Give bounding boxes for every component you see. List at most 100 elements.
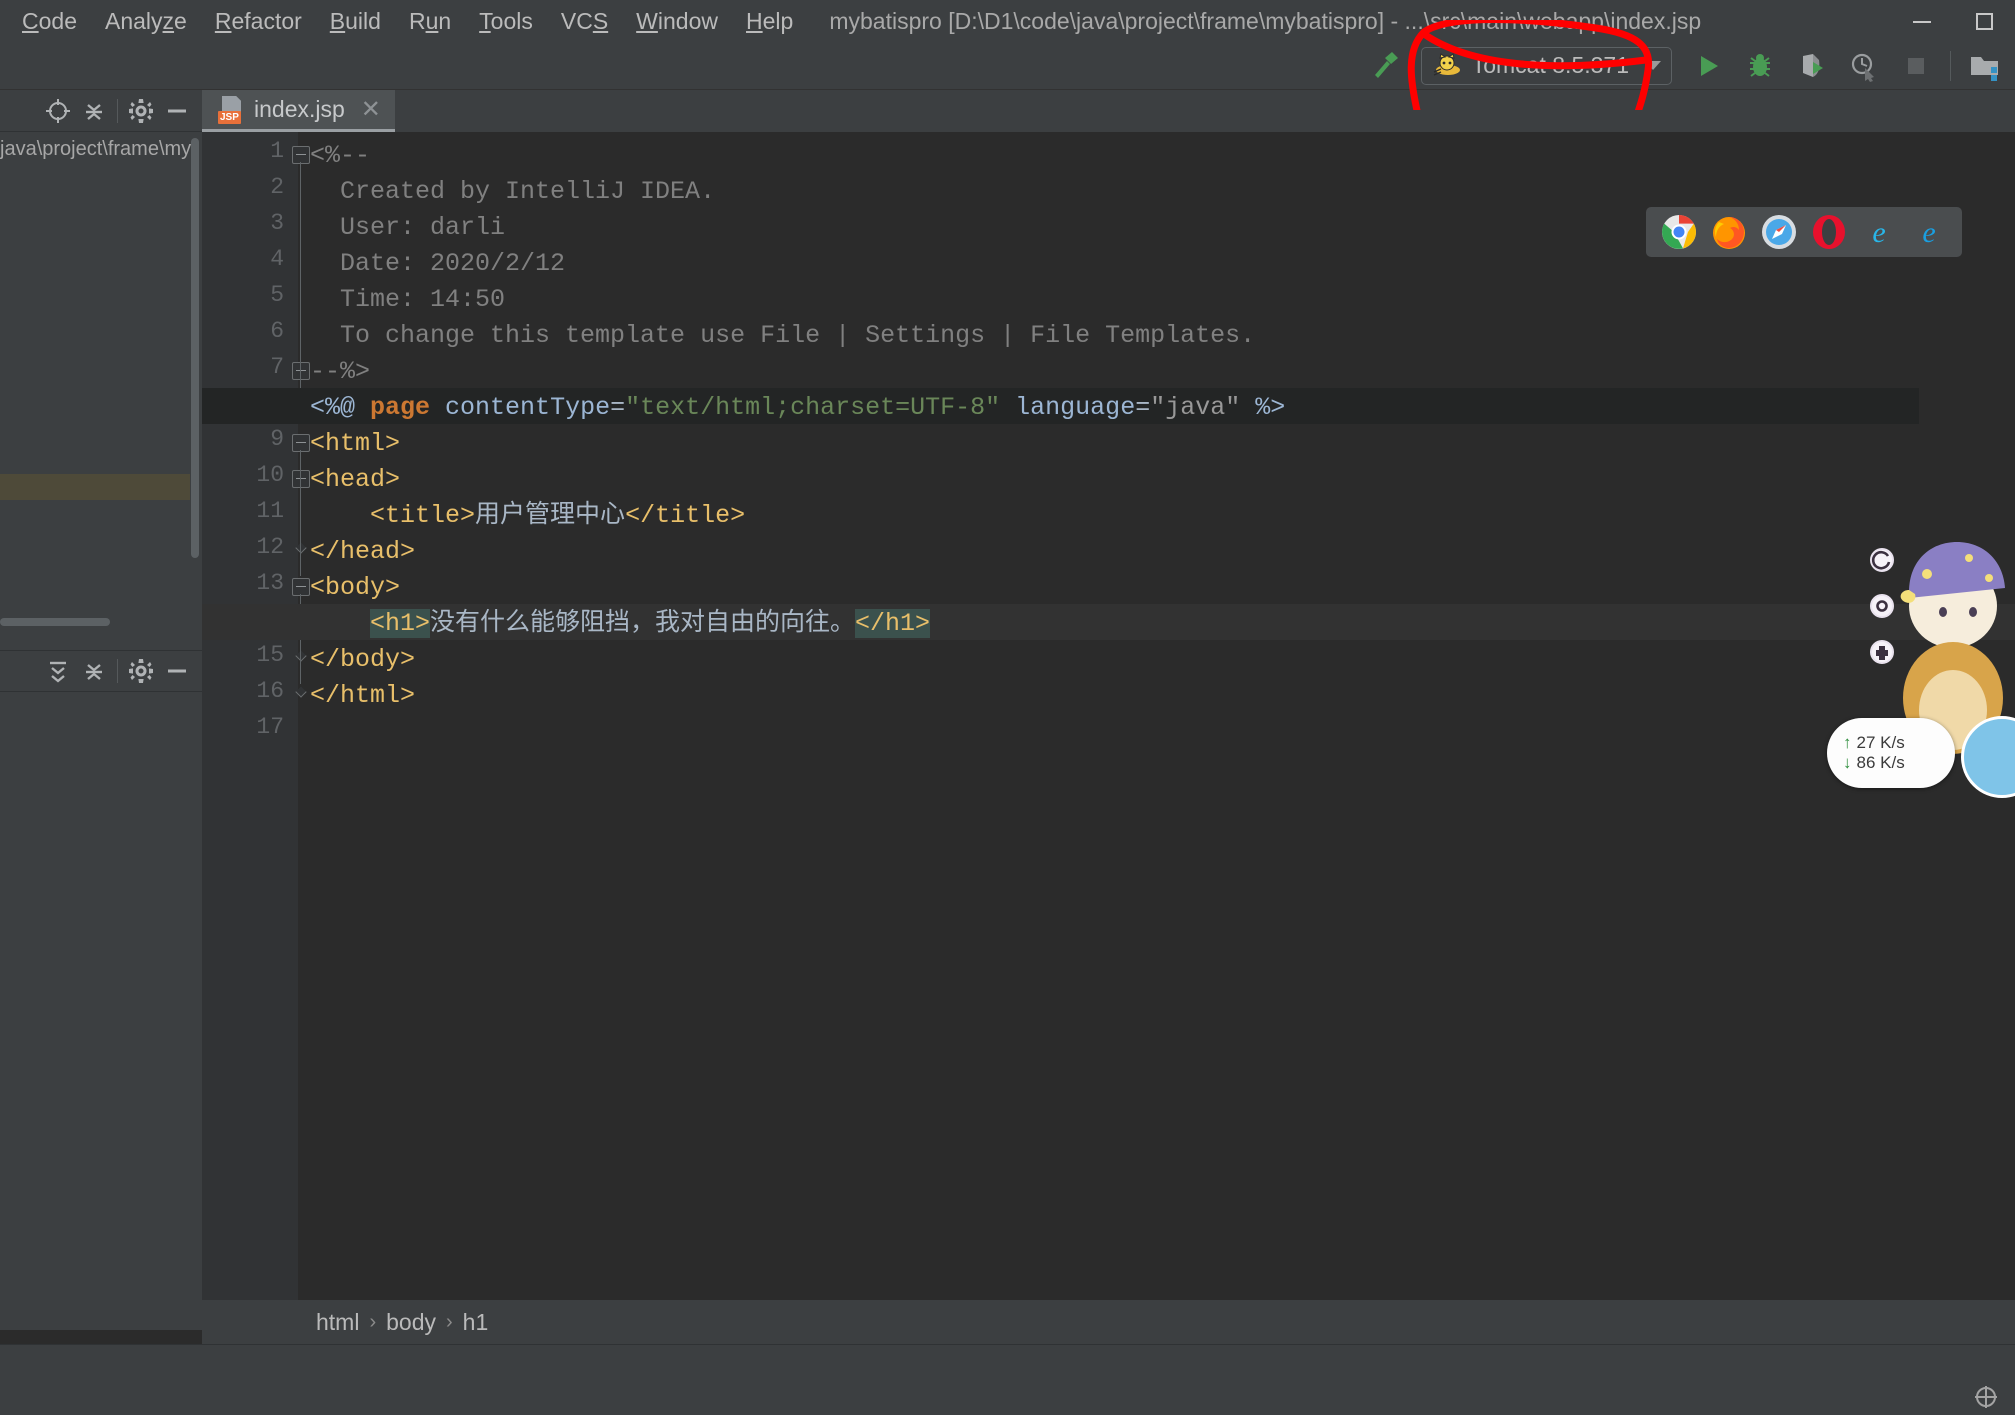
structure-tree[interactable] <box>0 692 202 1330</box>
line-number: 12 <box>256 534 284 560</box>
hide-panel-icon-2[interactable] <box>160 654 194 688</box>
fold-toggle-icon[interactable] <box>292 362 310 380</box>
safari-icon[interactable] <box>1761 214 1797 250</box>
code-line[interactable]: </html> <box>310 678 415 714</box>
project-tree-selected-row[interactable] <box>0 474 190 500</box>
internet-explorer-icon[interactable]: e <box>1861 214 1897 250</box>
minimize-button[interactable] <box>1891 0 1953 42</box>
code-line[interactable]: To change this template use File | Setti… <box>310 318 1255 354</box>
collapse-all-icon-2[interactable] <box>77 654 111 688</box>
fold-toggle-icon[interactable] <box>292 146 310 164</box>
editor-tab-index-jsp[interactable]: JSP index.jsp ✕ <box>202 90 395 132</box>
code-line[interactable]: </body> <box>310 642 415 678</box>
fold-toggle-icon[interactable] <box>292 578 310 596</box>
fold-end-marker[interactable] <box>295 650 306 661</box>
chevron-down-icon[interactable] <box>1645 61 1661 70</box>
breadcrumb-separator: › <box>369 1311 376 1334</box>
profiler-button[interactable] <box>1838 46 1890 86</box>
breadcrumb-item-body[interactable]: body <box>376 1309 446 1336</box>
code-line[interactable]: User: darli <box>310 210 505 246</box>
project-tree[interactable]: java\project\frame\my <box>0 132 202 650</box>
edge-icon[interactable]: e <box>1911 214 1947 250</box>
open-in-browser-popup: e e <box>1646 207 1962 257</box>
jsp-badge-label: JSP <box>218 111 241 124</box>
maximize-button[interactable] <box>1953 0 2015 42</box>
code-line[interactable]: <h1>没有什么能够阻挡，我对自由的向往。</h1> <box>310 606 930 642</box>
code-line[interactable]: </head> <box>310 534 415 570</box>
project-structure-button[interactable] <box>1959 46 2011 86</box>
project-tree-path: java\project\frame\my <box>0 132 202 161</box>
code-token-cmt: Date: 2020/2/12 <box>310 249 565 278</box>
chrome-icon[interactable] <box>1661 214 1697 250</box>
code-line[interactable]: <html> <box>310 426 400 462</box>
fold-toggle-icon[interactable] <box>292 470 310 488</box>
code-token-tag: <title> <box>370 501 475 530</box>
build-button[interactable] <box>1359 46 1411 86</box>
run-with-coverage-button[interactable] <box>1786 46 1838 86</box>
code-token-kw: page <box>370 393 430 422</box>
code-line[interactable]: --%> <box>310 354 370 390</box>
menu-item-code[interactable]: Code <box>8 4 91 39</box>
arrow-up-icon: ↑ <box>1843 733 1852 753</box>
tomcat-icon <box>1432 53 1462 79</box>
code-token-txt: 没有什么能够阻挡，我对自由的向往。 <box>430 609 855 638</box>
code-token-cmt: Time: 14:50 <box>310 285 505 314</box>
settings-icon[interactable] <box>124 94 158 128</box>
menu-item-analyze[interactable]: Analyze <box>91 4 201 39</box>
run-configuration-name: Tomcat 8.5.371 <box>1472 52 1629 79</box>
debug-button[interactable] <box>1734 46 1786 86</box>
status-bar-indicator-icon[interactable] <box>1971 1382 2001 1415</box>
line-number: 7 <box>270 354 284 380</box>
code-editor[interactable]: 1234567891011121314151617 <%-- Created b… <box>202 132 2015 1300</box>
stop-button[interactable] <box>1890 46 1942 86</box>
svg-text:e: e <box>1922 216 1935 249</box>
code-line[interactable]: <body> <box>310 570 400 606</box>
menu-item-vcs[interactable]: VCS <box>547 4 622 39</box>
code-line[interactable]: <title>用户管理中心</title> <box>310 498 745 534</box>
project-structure-icon <box>1968 49 2002 83</box>
line-number: 5 <box>270 282 284 308</box>
firefox-icon[interactable] <box>1711 214 1747 250</box>
breadcrumb-separator: › <box>446 1311 453 1334</box>
collapse-all-icon[interactable] <box>77 94 111 128</box>
line-number: 15 <box>256 642 284 668</box>
code-line[interactable]: <%-- <box>310 138 370 174</box>
expand-all-icon[interactable] <box>41 654 75 688</box>
fold-end-marker[interactable] <box>295 686 306 697</box>
fold-end-marker[interactable] <box>295 542 306 553</box>
menu-item-run[interactable]: Run <box>395 4 465 39</box>
locate-icon[interactable] <box>41 94 75 128</box>
menu-item-refactor[interactable]: Refactor <box>201 4 316 39</box>
run-configuration-selector[interactable]: Tomcat 8.5.371 <box>1421 47 1672 85</box>
breadcrumb: html›body›h1 <box>202 1300 2015 1344</box>
editor-gutter[interactable]: 1234567891011121314151617 <box>202 132 298 1300</box>
panel-header-separator-2 <box>117 659 118 683</box>
close-icon[interactable]: ✕ <box>361 95 381 124</box>
svg-text:e: e <box>1872 216 1885 249</box>
code-line[interactable]: <head> <box>310 462 400 498</box>
breadcrumb-item-html[interactable]: html <box>306 1309 369 1336</box>
left-tool-panels: java\project\frame\my <box>0 90 202 1330</box>
code-line[interactable]: Created by IntelliJ IDEA. <box>310 174 715 210</box>
network-speed-widget[interactable]: ↑ 27 K/s ↓ 86 K/s <box>1827 718 1955 788</box>
run-button[interactable] <box>1682 46 1734 86</box>
menu-item-window[interactable]: Window <box>622 4 732 39</box>
menu-item-tools[interactable]: Tools <box>465 4 547 39</box>
code-token-pl: = <box>1135 393 1150 422</box>
project-tree-horizontal-scrollbar[interactable] <box>0 618 110 626</box>
window-title: mybatispro [D:\D1\code\java\project\fram… <box>829 8 1891 35</box>
code-token-tag: <body> <box>310 573 400 602</box>
code-line[interactable]: Date: 2020/2/12 <box>310 246 565 282</box>
code-line[interactable]: <%@ page contentType="text/html;charset=… <box>310 390 1285 426</box>
hide-panel-icon[interactable] <box>160 94 194 128</box>
settings-icon-2[interactable] <box>124 654 158 688</box>
menu-item-help[interactable]: Help <box>732 4 807 39</box>
opera-icon[interactable] <box>1811 214 1847 250</box>
line-number: 11 <box>256 498 284 524</box>
breadcrumb-item-h1[interactable]: h1 <box>453 1309 499 1336</box>
code-line[interactable]: Time: 14:50 <box>310 282 505 318</box>
project-tree-vertical-scrollbar[interactable] <box>191 138 199 558</box>
fold-toggle-icon[interactable] <box>292 434 310 452</box>
menu-item-build[interactable]: Build <box>316 4 395 39</box>
editor-code-area[interactable]: <%-- Created by IntelliJ IDEA. User: dar… <box>310 132 2015 1300</box>
